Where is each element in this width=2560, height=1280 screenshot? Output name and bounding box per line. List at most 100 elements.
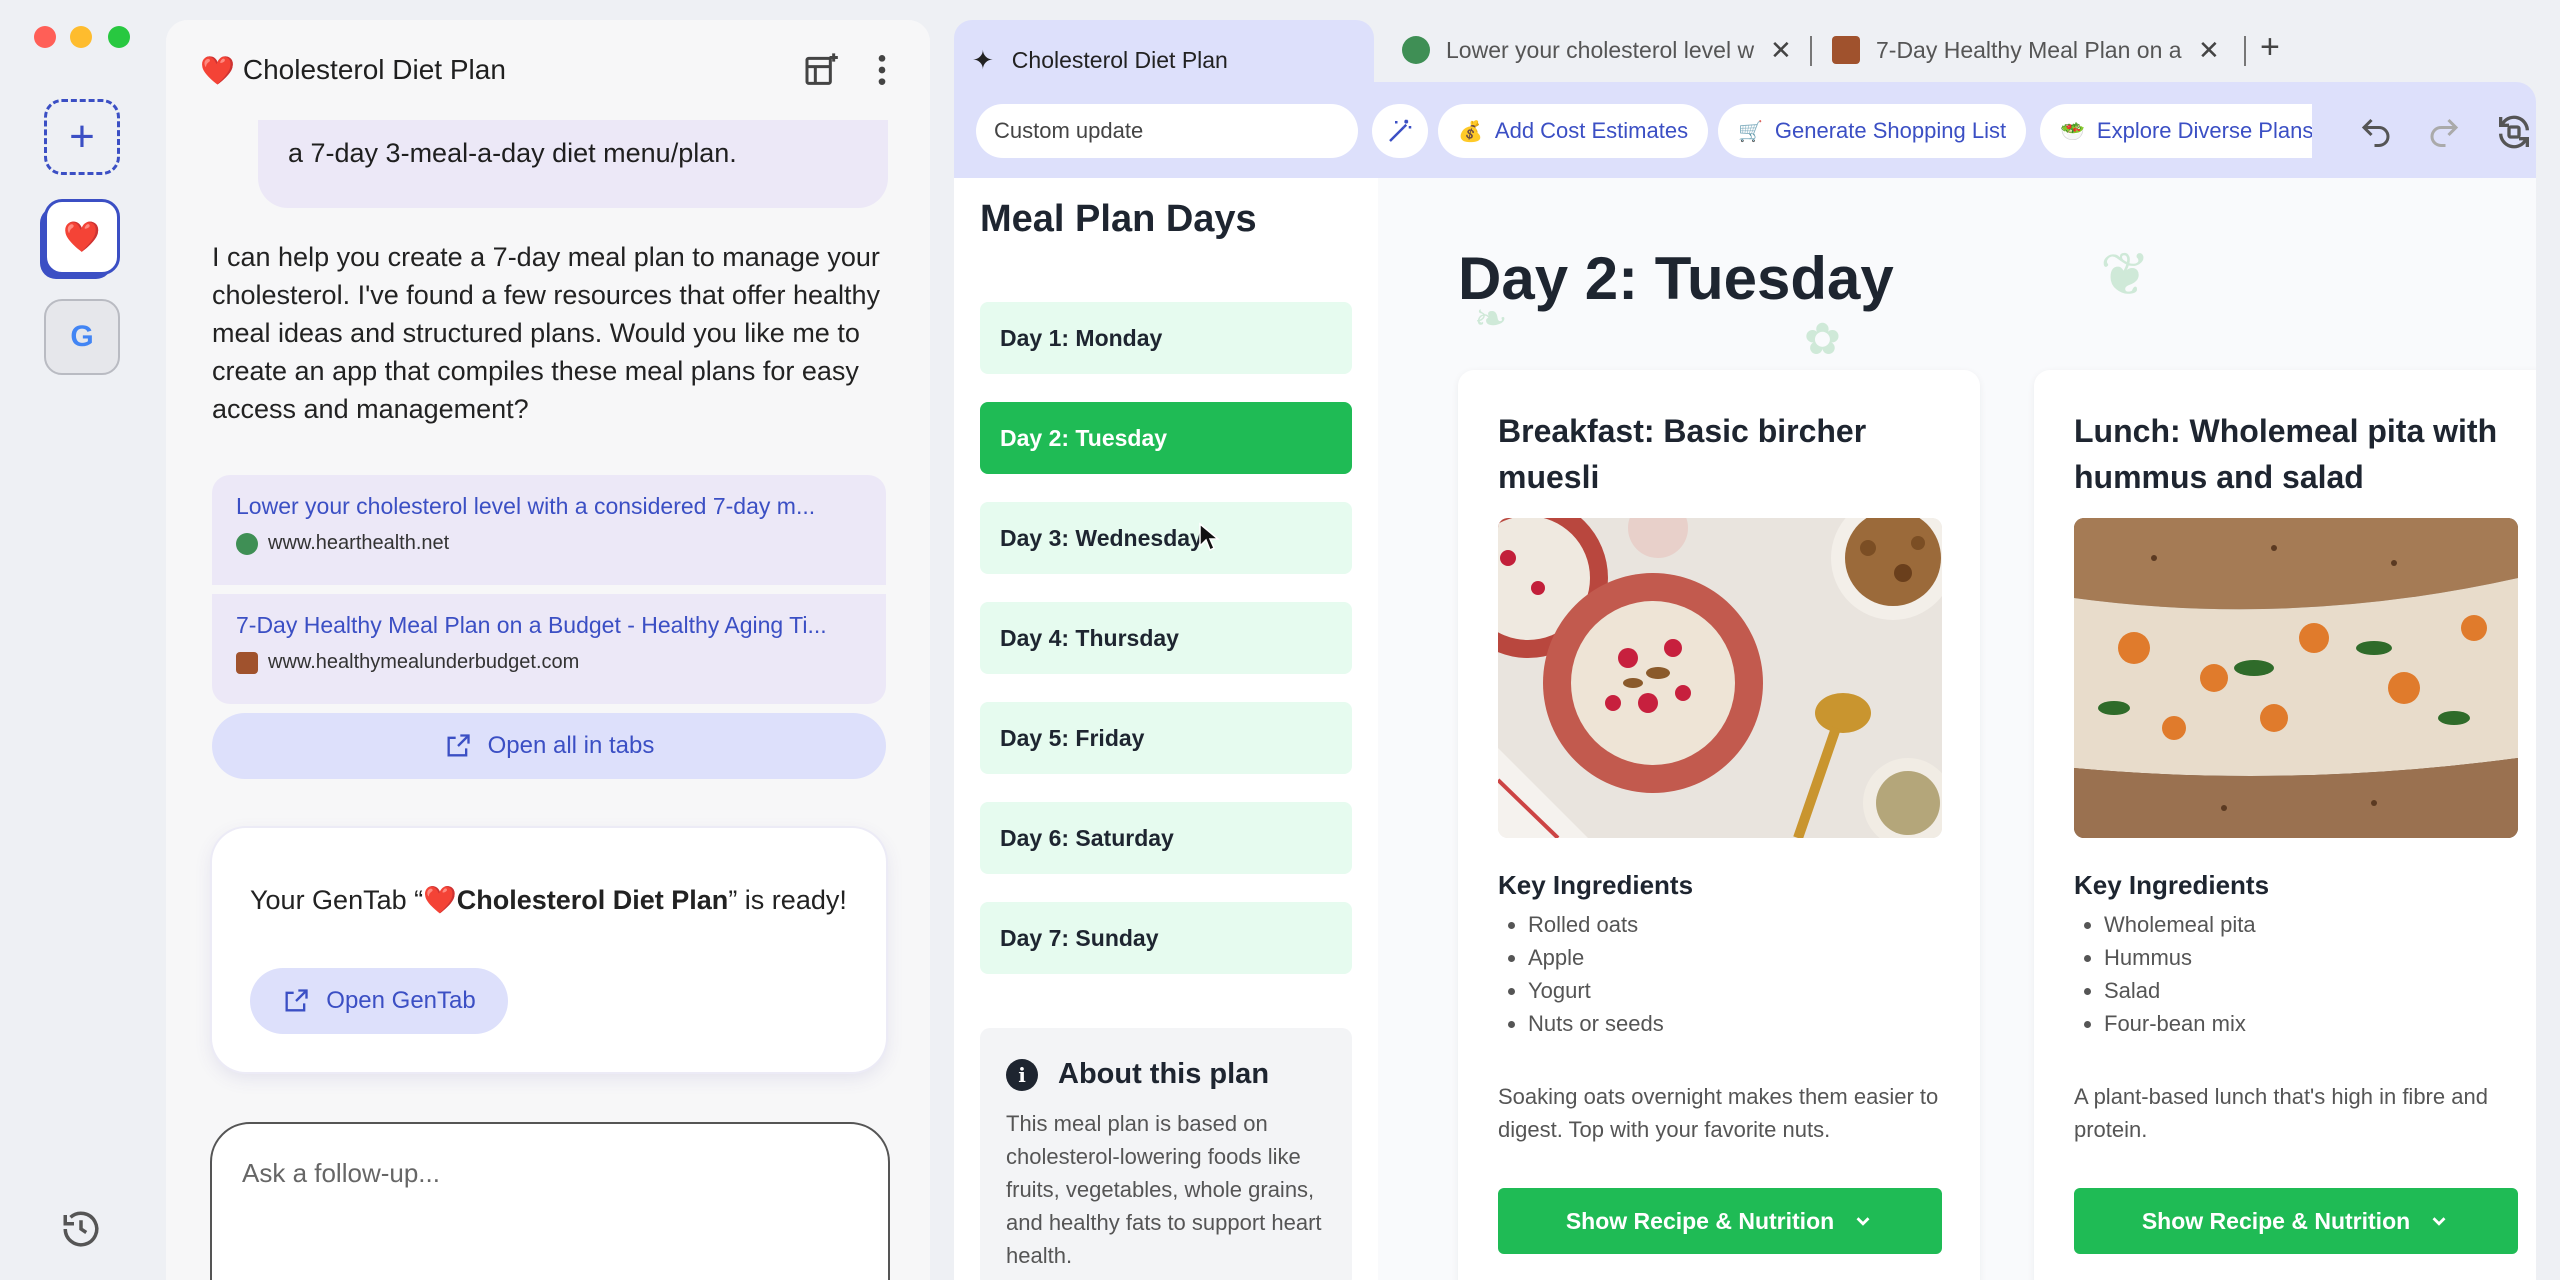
magic-wand-icon[interactable] [1372,104,1428,158]
chevron-down-icon [2432,1217,2446,1226]
favicon-icon [1832,36,1860,64]
day-button-sunday[interactable]: Day 7: Sunday [980,902,1352,974]
source-title[interactable]: Lower your cholesterol level with a cons… [236,493,856,520]
maximize-window-button[interactable] [108,26,130,48]
source-card[interactable]: Lower your cholesterol level with a cons… [212,475,886,585]
meal-plan-sidebar: Meal Plan Days Day 1: Monday Day 2: Tues… [954,178,1378,1280]
open-gentab-button[interactable]: Open GenTab [250,968,508,1034]
refresh-icon[interactable] [2494,112,2534,152]
show-recipe-button[interactable]: Show Recipe & Nutrition [2074,1188,2518,1254]
tab-separator [2244,36,2246,66]
favicon-icon [1402,36,1430,64]
new-chat-button[interactable]: + [44,99,120,175]
custom-update-input[interactable]: Custom update [976,104,1358,158]
add-cost-estimates-chip[interactable]: 💰 Add Cost Estimates [1438,104,1709,158]
key-ingredients-heading: Key Ingredients [1498,870,1694,900]
tab-7-day-meal-plan[interactable]: 7-Day Healthy Meal Plan on a ✕ [1832,20,2220,80]
heart-icon: ❤️ [63,220,101,254]
open-all-label: Open all in tabs [487,732,655,759]
sparkle-icon: ✦ [972,44,994,75]
leaf-decoration-icon: ✿ [1804,315,1841,364]
chip-label: Add Cost Estimates [1494,118,1689,143]
tab-label: Cholesterol Diet Plan [1011,46,1228,73]
plus-icon: + [69,112,95,161]
open-gentab-label: Open GenTab [326,987,476,1014]
tab-lower-cholesterol[interactable]: Lower your cholesterol level w ✕ [1402,20,1792,80]
generate-shopping-list-chip[interactable]: 🛒 Generate Shopping List [1718,104,2027,158]
chip-label: Generate Shopping List [1774,118,2007,143]
rail-google-button[interactable]: G [44,299,120,375]
ingredients-list: Wholemeal pita Hummus Salad Four-bean mi… [2074,908,2256,1040]
meal-card-breakfast: Breakfast: Basic bircher muesli Key Ingr… [1458,370,1980,1280]
recipe-button-label: Show Recipe & Nutrition [1565,1207,1835,1234]
close-tab-icon[interactable]: ✕ [2198,35,2220,66]
chevron-down-icon [1856,1217,1870,1226]
source-title[interactable]: 7-Day Healthy Meal Plan on a Budget - He… [236,612,856,639]
open-external-icon [285,989,308,1012]
gentab-ready-card: Your GenTab “❤️Cholesterol Diet Plan” is… [212,828,886,1072]
chat-header: ❤️ Cholesterol Diet Plan [166,20,930,120]
day-button-tuesday[interactable]: Day 2: Tuesday [980,402,1352,474]
meal-card-lunch: Lunch: Wholemeal pita with hummus and sa… [2034,370,2536,1280]
chip-label: Explore Diverse Plans [2096,118,2312,143]
google-icon: G [70,320,94,353]
follow-up-input[interactable]: Ask a follow-up... [210,1122,890,1280]
tab-strip: ✦ Cholesterol Diet Plan Lower your chole… [954,20,2544,100]
mouse-cursor-icon [1199,522,1220,552]
close-window-button[interactable] [34,26,56,48]
list-item: Wholemeal pita [2104,908,2256,941]
rail-heart-button[interactable]: ❤️ [44,199,120,275]
cart-icon: 🛒 [1738,120,1763,143]
minimize-window-button[interactable] [70,26,92,48]
chat-title: Cholesterol Diet Plan [242,54,506,85]
day-button-friday[interactable]: Day 5: Friday [980,702,1352,774]
undo-icon[interactable] [2358,114,2394,150]
about-text: This meal plan is based on cholesterol-l… [1006,1111,1322,1268]
close-tab-icon[interactable]: ✕ [1770,35,1792,66]
gentab-icon[interactable] [802,50,842,90]
explore-diverse-plans-chip[interactable]: 🥗 Explore Diverse Plans [2040,104,2312,158]
gentab-page: Meal Plan Days Day 1: Monday Day 2: Tues… [954,178,2536,1280]
tab-separator [1810,36,1812,66]
day-button-saturday[interactable]: Day 6: Saturday [980,802,1352,874]
meal-title: Breakfast: Basic bircher muesli [1498,413,1867,495]
heart-emoji: ❤️ [200,54,235,86]
day-button-monday[interactable]: Day 1: Monday [980,302,1352,374]
ready-message: Your GenTab “❤️Cholesterol Diet Plan” is… [250,885,847,915]
info-icon: i [1006,1058,1038,1091]
key-ingredients-heading: Key Ingredients [2074,870,2270,900]
list-item: Nuts or seeds [1528,1007,1664,1040]
day-button-thursday[interactable]: Day 4: Thursday [980,602,1352,674]
day-title: Day 2: Tuesday [1458,245,1894,312]
meal-title: Lunch: Wholemeal pita with hummus and sa… [2074,413,2498,495]
bircher-muesli-image [1498,518,1942,838]
open-external-icon [447,734,470,757]
list-item: Yogurt [1528,974,1664,1007]
chat-panel: a 7-day 3-meal-a-day diet menu/plan. ❤️ … [166,20,930,1280]
ingredients-list: Rolled oats Apple Yogurt Nuts or seeds [1498,908,1664,1040]
leaf-decoration-icon: ❦ [2100,241,2151,308]
open-all-in-tabs-button[interactable]: Open all in tabs [212,713,886,779]
source-url: www.hearthealth.net [268,532,450,554]
gentab-toolbar: Custom update 💰 Add Cost Estimates 🛒 Gener… [954,82,2536,178]
meal-description: A plant-based lunch that's high in fibre… [2074,1084,2488,1142]
list-item: Apple [1528,941,1664,974]
new-tab-icon[interactable]: + [2260,28,2280,67]
more-vert-icon[interactable] [862,50,902,90]
meal-description: Soaking oats overnight makes them easier… [1498,1084,1939,1142]
redo-icon[interactable] [2426,114,2462,150]
source-url: www.healthymealunderbudget.com [268,651,580,673]
show-recipe-button[interactable]: Show Recipe & Nutrition [1498,1188,1942,1254]
recipe-button-label: Show Recipe & Nutrition [2141,1207,2411,1234]
salad-icon: 🥗 [2060,120,2085,143]
source-card[interactable]: 7-Day Healthy Meal Plan on a Budget - He… [212,594,886,704]
assistant-reply: I can help you create a 7-day meal plan … [212,242,881,424]
list-item: Four-bean mix [2104,1007,2256,1040]
favicon-icon [236,532,258,555]
tab-label: Lower your cholesterol level w [1446,36,1755,63]
day-button-wednesday[interactable]: Day 3: Wednesday [980,502,1352,574]
history-icon[interactable] [60,1208,102,1250]
about-title: About this plan [1058,1058,1270,1090]
about-plan-box: i About this plan This meal plan is based… [980,1028,1352,1280]
money-bag-icon: 💰 [1458,120,1483,143]
